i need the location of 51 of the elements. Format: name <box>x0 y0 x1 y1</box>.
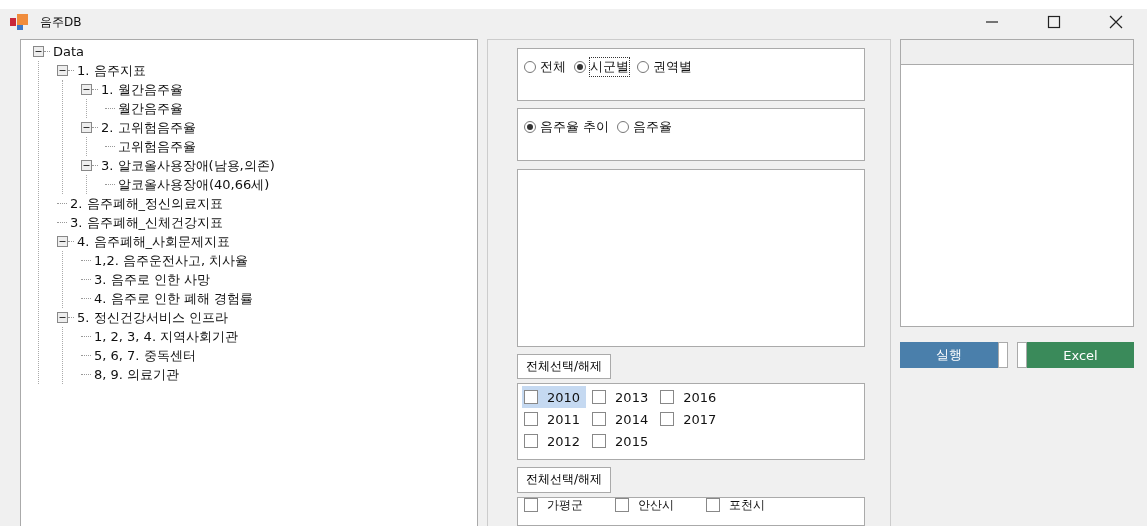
year-checkbox[interactable]: 2010 <box>522 386 587 409</box>
run-button[interactable]: 실행 <box>900 342 998 368</box>
year-checkbox[interactable]: 2012 <box>522 430 587 453</box>
close-icon[interactable] <box>1109 15 1123 29</box>
excel-button[interactable]: Excel <box>1027 342 1134 368</box>
radio-option[interactable]: 권역별 <box>637 58 692 76</box>
collapse-icon[interactable] <box>81 160 92 171</box>
year-checkbox[interactable]: 2013 <box>590 386 655 409</box>
tree-item[interactable]: Data <box>52 44 86 59</box>
tree-item[interactable]: 1. 월간음주율 <box>100 80 184 99</box>
button-edge <box>1017 342 1027 368</box>
tree-view[interactable] <box>20 39 478 526</box>
tree-item[interactable]: 5, 6, 7. 중독센터 <box>93 346 197 365</box>
tree-item[interactable]: 4. 음주로 인한 폐해 경험률 <box>93 289 254 308</box>
region-checkbox[interactable]: 안산시 <box>613 497 680 513</box>
radio-option[interactable]: 음주율 추이 <box>524 118 610 137</box>
year-checkbox[interactable]: 2015 <box>590 430 655 453</box>
collapse-icon[interactable] <box>57 236 68 247</box>
year-checkbox[interactable]: 2011 <box>522 408 587 431</box>
tree-item[interactable]: 3. 음주로 인한 사망 <box>93 270 211 289</box>
collapse-icon[interactable] <box>57 312 68 323</box>
maximize-icon[interactable] <box>1047 15 1061 29</box>
year-checkbox[interactable]: 2017 <box>658 408 723 431</box>
tree-item[interactable]: 월간음주율 <box>117 99 184 118</box>
radio-option[interactable]: 음주율 <box>617 118 673 137</box>
window-title: 음주DB <box>40 13 82 31</box>
year-checkbox[interactable]: 2016 <box>658 386 723 409</box>
collapse-icon[interactable] <box>57 65 68 76</box>
tree-item[interactable]: 알코올사용장애(40,66세) <box>117 175 271 194</box>
button-edge <box>998 342 1008 368</box>
tree-item[interactable]: 4. 음주폐해_사회문제지표 <box>76 232 232 251</box>
tree-item[interactable]: 8, 9. 의료기관 <box>93 365 181 384</box>
tree-item[interactable]: 고위험음주율 <box>117 137 197 156</box>
radio-option[interactable]: 시군별 <box>574 58 629 76</box>
region-checkbox[interactable]: 가평군 <box>522 497 589 513</box>
collapse-icon[interactable] <box>33 46 44 57</box>
select-all-button[interactable]: 전체선택/해제 <box>517 353 612 380</box>
tree-item[interactable]: 3. 알코올사용장애(남용,의존) <box>100 156 276 175</box>
tree-item[interactable]: 2. 음주폐해_정신의료지표 <box>69 194 225 213</box>
tree-item[interactable]: 3. 음주폐해_신체건강지표 <box>69 213 225 232</box>
tree-item[interactable]: 5. 정신건강서비스 인프라 <box>76 308 229 327</box>
region-checkbox[interactable]: 포천시 <box>704 497 771 513</box>
tree-item[interactable]: 1,2. 음주운전사고, 치사율 <box>93 251 250 270</box>
collapse-icon[interactable] <box>81 122 92 133</box>
year-checkbox[interactable]: 2014 <box>590 408 655 431</box>
collapse-icon[interactable] <box>81 84 92 95</box>
radio-option[interactable]: 전체 <box>524 58 566 76</box>
select-all-button[interactable]: 전체선택/해제 <box>517 467 612 493</box>
tree-item[interactable]: 1. 음주지표 <box>76 61 147 80</box>
tree-item[interactable]: 1, 2, 3, 4. 지역사회기관 <box>93 327 240 346</box>
tree-item[interactable]: 2. 고위험음주율 <box>100 118 197 137</box>
